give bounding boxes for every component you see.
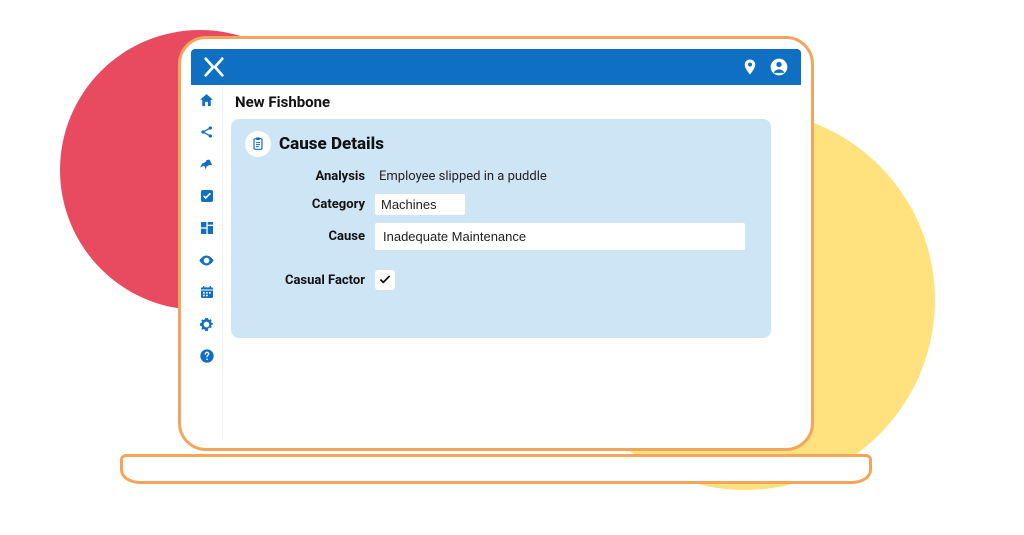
- casual-factor-checkbox[interactable]: [375, 270, 395, 290]
- laptop-frame: New Fishbone Cause Details: [178, 36, 814, 484]
- visibility-icon[interactable]: [198, 251, 216, 269]
- page-title: New Fishbone: [235, 93, 787, 111]
- home-icon[interactable]: [198, 91, 216, 109]
- help-icon[interactable]: [198, 347, 216, 365]
- location-icon[interactable]: [741, 58, 759, 76]
- cause-label: Cause: [245, 229, 365, 244]
- laptop-screen: New Fishbone Cause Details: [178, 36, 814, 451]
- sidebar: [191, 85, 223, 438]
- user-icon[interactable]: [769, 57, 789, 77]
- app-window: New Fishbone Cause Details: [191, 49, 801, 438]
- checklist-icon[interactable]: [198, 187, 216, 205]
- cause-input[interactable]: [375, 223, 745, 250]
- panel-title: Cause Details: [279, 134, 384, 154]
- topbar: [191, 49, 801, 85]
- pin-icon[interactable]: [198, 155, 216, 173]
- casual-factor-label: Casual Factor: [245, 273, 365, 288]
- category-input[interactable]: [375, 194, 465, 215]
- analysis-value: Employee slipped in a puddle: [375, 167, 753, 186]
- dashboard-icon[interactable]: [198, 219, 216, 237]
- clipboard-icon: [245, 131, 271, 157]
- settings-icon[interactable]: [198, 315, 216, 333]
- calendar-icon[interactable]: [198, 283, 216, 301]
- laptop-base: [120, 454, 872, 484]
- cause-details-panel: Cause Details Analysis Employee slipped …: [231, 119, 771, 338]
- app-logo-icon: [203, 56, 225, 78]
- category-label: Category: [245, 197, 365, 212]
- main: New Fishbone Cause Details: [223, 85, 801, 438]
- analysis-label: Analysis: [245, 169, 365, 184]
- share-icon[interactable]: [198, 123, 216, 141]
